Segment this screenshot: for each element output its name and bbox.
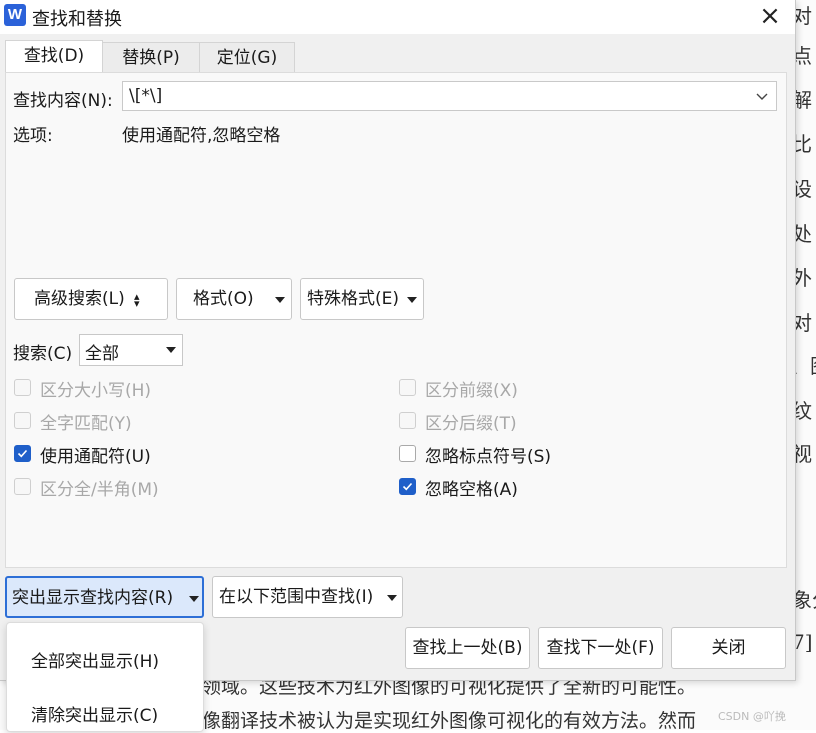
search-scope-value: 全部 (85, 344, 119, 364)
find-replace-dialog: W 查找和替换 × 查找(D) 替换(P) 定位(G) 查找内容(N): \[*… (0, 0, 796, 681)
ignore-space-label: 忽略空格(A) (425, 480, 518, 500)
ignore-space-checkbox[interactable] (399, 478, 416, 495)
highlight-results-button[interactable]: 突出显示查找内容(R) (5, 576, 204, 618)
options-value: 使用通配符,忽略空格 (122, 126, 281, 146)
find-in-label: 在以下范围中查找(I) (219, 587, 374, 607)
find-next-button[interactable]: 查找下一处(F) (538, 627, 663, 669)
highlight-results-label: 突出显示查找内容(R) (12, 588, 174, 608)
match-case-checkbox[interactable] (14, 379, 31, 396)
ignore-punctuation-label: 忽略标点符号(S) (425, 447, 552, 467)
match-case-label: 区分大小写(H) (40, 381, 152, 401)
find-panel: 查找内容(N): \[*\] 选项: 使用通配符,忽略空格 高级搜索(L) ▴ ▾… (5, 72, 787, 568)
highlight-dropdown-menu: 全部突出显示(H) 清除突出显示(C) (6, 622, 204, 732)
tab-goto[interactable]: 定位(G) (199, 42, 295, 73)
dialog-title: 查找和替换 (32, 9, 122, 30)
find-in-button[interactable]: 在以下范围中查找(I) (212, 576, 403, 618)
find-what-label: 查找内容(N): (13, 91, 113, 111)
wps-writer-icon: W (4, 4, 26, 26)
find-previous-button[interactable]: 查找上一处(B) (405, 627, 530, 669)
special-format-label: 特殊格式(E) (307, 289, 400, 309)
format-label: 格式(O) (193, 289, 254, 309)
caret-down-icon (407, 297, 417, 303)
options-label: 选项: (13, 126, 53, 146)
title-bar: W 查找和替换 × (0, 0, 795, 34)
whole-word-label: 全字匹配(Y) (40, 414, 132, 434)
find-what-input[interactable]: \[*\] (122, 81, 777, 111)
checkmark-icon (17, 449, 28, 458)
caret-down-icon (275, 297, 285, 303)
match-width-label: 区分全/半角(M) (40, 480, 159, 500)
caret-down-icon (387, 595, 397, 601)
menu-item-highlight-all[interactable]: 全部突出显示(H) (31, 647, 159, 672)
caret-down-icon (166, 347, 176, 353)
menu-item-clear-highlight[interactable]: 清除突出显示(C) (31, 701, 158, 726)
match-width-checkbox[interactable] (14, 478, 31, 495)
checkmark-icon (402, 482, 413, 491)
ignore-punctuation-checkbox[interactable] (399, 445, 416, 462)
close-button[interactable]: 关闭 (671, 627, 786, 669)
whole-word-checkbox[interactable] (14, 412, 31, 429)
use-wildcards-label: 使用通配符(U) (40, 447, 151, 467)
tab-find[interactable]: 查找(D) (5, 40, 103, 74)
watermark: CSDN @吖挽 (718, 710, 786, 723)
caret-down-icon (189, 596, 199, 602)
document-line: 像翻译技术被认为是实现红外图像可视化的有效方法。然而 (202, 710, 697, 732)
search-scope-select[interactable]: 全部 (79, 334, 183, 366)
use-wildcards-checkbox[interactable] (14, 445, 31, 462)
tab-replace[interactable]: 替换(P) (102, 42, 200, 73)
match-suffix-checkbox[interactable] (399, 412, 416, 429)
expand-collapse-icon: ▴ ▾ (134, 290, 140, 310)
special-format-button[interactable]: 特殊格式(E) (300, 278, 424, 320)
format-button[interactable]: 格式(O) (176, 278, 292, 320)
close-icon[interactable]: × (756, 2, 784, 30)
match-prefix-checkbox[interactable] (399, 379, 416, 396)
chevron-down-icon[interactable] (754, 88, 770, 104)
match-prefix-label: 区分前缀(X) (425, 381, 518, 401)
advanced-search-button[interactable]: 高级搜索(L) ▴ ▾ (14, 278, 168, 320)
find-what-value: \[*\] (129, 86, 163, 106)
advanced-search-label: 高级搜索(L) (34, 289, 125, 309)
match-suffix-label: 区分后缀(T) (425, 414, 517, 434)
search-scope-label: 搜索(C) (13, 344, 73, 364)
